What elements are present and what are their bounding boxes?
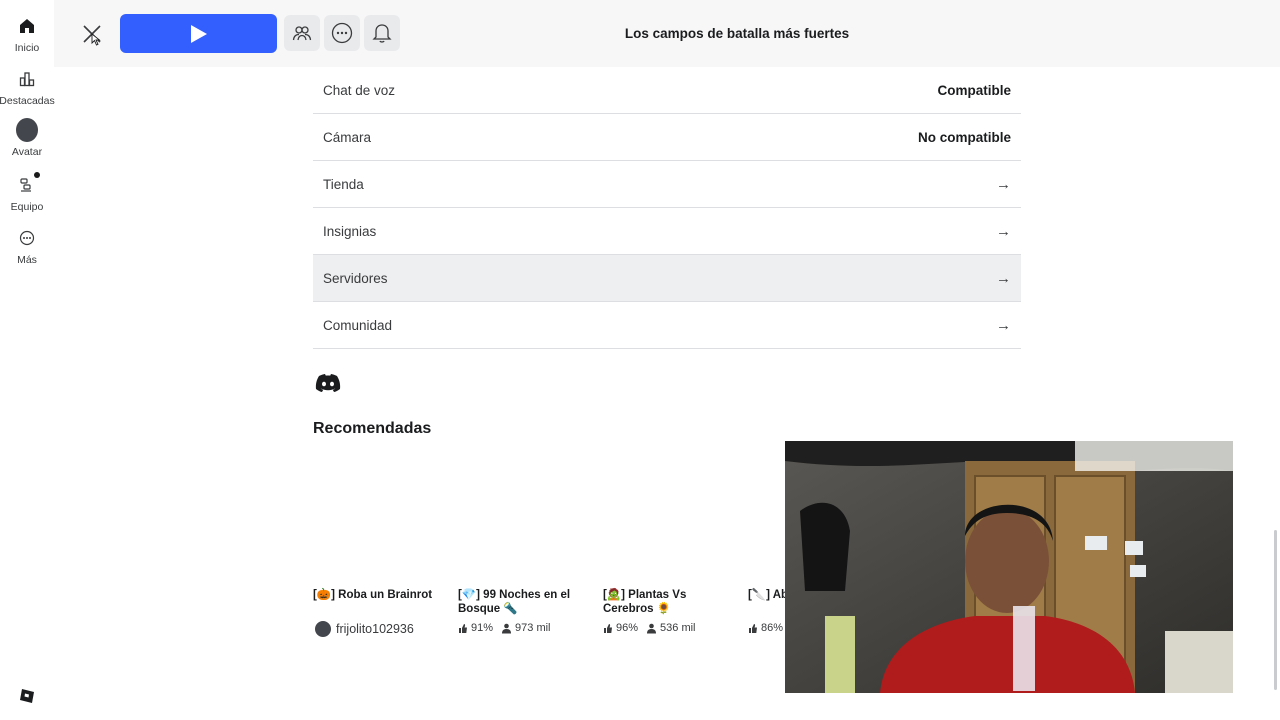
- avatar-icon: [16, 118, 38, 142]
- sidebar-item-equipo[interactable]: Equipo: [0, 172, 54, 213]
- info-row-servers[interactable]: Servidores →: [313, 255, 1021, 302]
- party-icon: [16, 172, 40, 196]
- thumbs-up-icon: [749, 623, 757, 633]
- game-card[interactable]: [💎] 99 Noches en el Bosque 🔦 91% 973 mil: [458, 450, 588, 640]
- sidebar-item-destacadas[interactable]: Destacadas: [0, 68, 55, 107]
- recommended-heading: Recomendadas: [313, 420, 432, 437]
- game-card-title: [🎃] Roba un Brainrot: [313, 589, 433, 601]
- more-options-button[interactable]: [324, 15, 360, 51]
- info-row-label: Comunidad: [323, 317, 393, 333]
- game-stats: 91% 973 mil: [458, 622, 551, 634]
- creator-avatar: [315, 621, 331, 637]
- sidebar-item-label: Equipo: [10, 201, 44, 213]
- arrow-right-icon: →: [996, 175, 1011, 193]
- play-with-friends-button[interactable]: [284, 15, 320, 51]
- more-icon: [16, 227, 38, 249]
- bell-icon: [372, 24, 392, 43]
- info-row-badges[interactable]: Insignias →: [313, 208, 1021, 255]
- arrow-right-icon: →: [996, 269, 1011, 287]
- sidebar-item-label: Destacadas: [0, 95, 55, 107]
- roblox-logo[interactable]: [19, 688, 35, 704]
- game-title: Los campos de batalla más fuertes: [624, 26, 850, 41]
- info-row-value: No compatible: [917, 129, 1011, 145]
- close-button[interactable]: [80, 22, 104, 46]
- game-players: 536 mil: [660, 622, 696, 634]
- game-card[interactable]: [🎃] Roba un Brainrot frijolito102936: [313, 450, 443, 640]
- game-stats: 86%: [748, 622, 783, 634]
- sidebar-item-mas[interactable]: Más: [0, 227, 54, 266]
- info-row-label: Insignias: [323, 223, 377, 239]
- game-card-title: [🧟] Plantas Vs Cerebros 🌻: [603, 589, 687, 615]
- game-card[interactable]: [🔪] Ab 86%: [748, 450, 788, 640]
- thumbs-up-icon: [459, 623, 467, 633]
- play-button[interactable]: [120, 14, 277, 53]
- info-row-community[interactable]: Comunidad →: [313, 302, 1021, 349]
- charts-icon: [16, 68, 38, 90]
- game-rating: 91%: [471, 622, 494, 634]
- friends-icon: [292, 26, 312, 41]
- info-row-voice-chat: Chat de voz Compatible: [313, 67, 1021, 114]
- info-row-label: Tienda: [323, 176, 364, 192]
- play-icon: [190, 24, 207, 43]
- game-card-title: [🔪] Ab: [748, 589, 788, 601]
- arrow-right-icon: →: [996, 316, 1011, 334]
- scrollbar-thumb[interactable]: [1274, 530, 1277, 690]
- game-thumbnail: [603, 450, 733, 580]
- info-row-value: Compatible: [937, 82, 1011, 98]
- game-card[interactable]: [🧟] Plantas Vs Cerebros 🌻 96% 536 mil: [603, 450, 733, 640]
- game-rating: 86%: [761, 622, 784, 634]
- game-card-title: [💎] 99 Noches en el Bosque 🔦: [458, 589, 571, 615]
- info-row-store[interactable]: Tienda →: [313, 161, 1021, 208]
- ellipsis-icon: [331, 22, 353, 44]
- creator-name: frijolito102936: [336, 622, 414, 636]
- game-thumbnail: [748, 450, 788, 580]
- sidebar-item-label: Más: [17, 254, 37, 266]
- notify-button[interactable]: [364, 15, 400, 51]
- players-icon: [647, 623, 657, 633]
- info-row-camera: Cámara No compatible: [313, 114, 1021, 161]
- game-thumbnail: [313, 450, 443, 580]
- left-sidebar: Inicio Destacadas Avatar Equipo Más: [0, 0, 55, 720]
- sidebar-item-label: Avatar: [11, 146, 43, 158]
- info-row-label: Cámara: [323, 129, 372, 145]
- game-info-list: Chat de voz Compatible Cámara No compati…: [313, 67, 1021, 349]
- game-stats: 96% 536 mil: [603, 622, 696, 634]
- webcam-overlay: [785, 441, 1233, 693]
- info-row-label: Chat de voz: [323, 82, 396, 98]
- sidebar-item-label: Inicio: [14, 42, 40, 54]
- discord-icon[interactable]: [314, 373, 342, 393]
- game-players: 973 mil: [515, 622, 551, 634]
- info-row-label: Servidores: [323, 270, 388, 286]
- game-rating: 96%: [616, 622, 639, 634]
- game-thumbnail: [458, 450, 588, 580]
- thumbs-up-icon: [604, 623, 612, 633]
- sidebar-item-avatar[interactable]: Avatar: [0, 118, 54, 158]
- webcam-feed-image: [785, 441, 1233, 693]
- game-creator: frijolito102936: [315, 621, 414, 637]
- home-icon: [16, 15, 38, 37]
- arrow-right-icon: →: [996, 222, 1011, 240]
- notification-dot: [34, 172, 40, 178]
- sidebar-item-inicio[interactable]: Inicio: [0, 15, 54, 54]
- close-icon: [83, 25, 101, 46]
- players-icon: [502, 623, 512, 633]
